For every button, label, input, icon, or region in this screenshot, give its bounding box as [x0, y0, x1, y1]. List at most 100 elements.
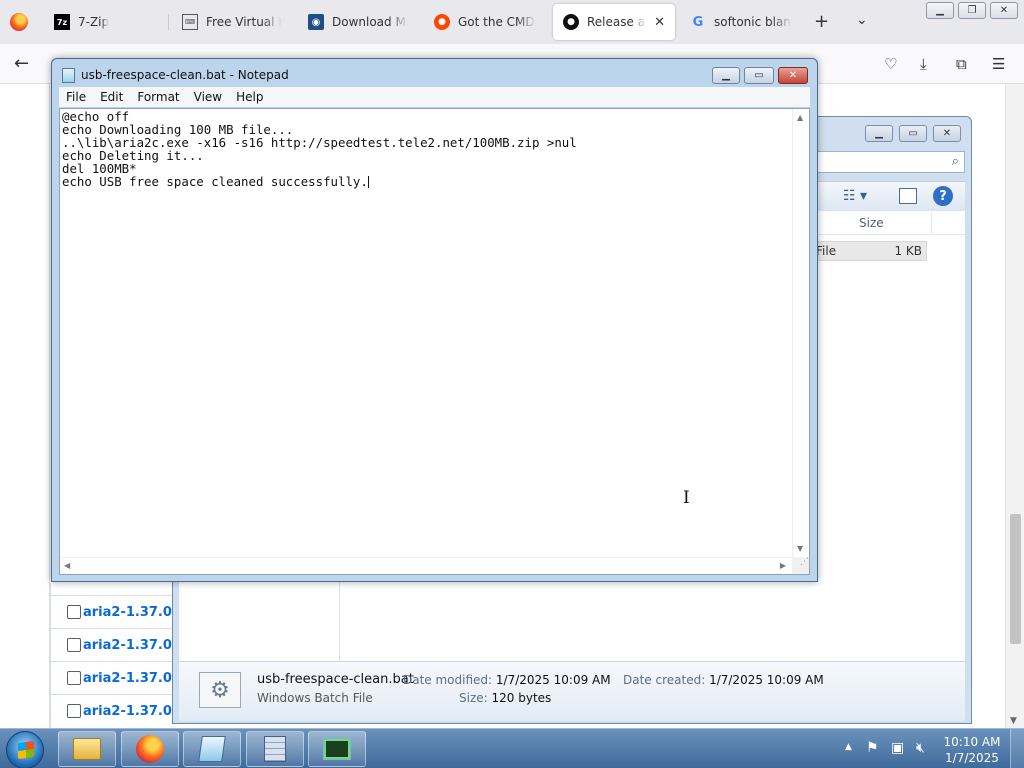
details-date-modified: Date modified: 1/7/2025 10:09 AM: [403, 673, 611, 687]
details-size: Size: 120 bytes: [459, 691, 552, 705]
tab-label: 7-Zip: [78, 15, 110, 29]
close-tab-icon[interactable]: ✕: [654, 15, 665, 30]
asset-row[interactable]: aria2-1.37.0-w: [51, 595, 189, 628]
text-line: echo USB free space cleaned successfully…: [62, 174, 368, 189]
help-icon[interactable]: ?: [933, 186, 953, 206]
tab-softonic[interactable]: G softonic blank p: [680, 4, 802, 40]
tab-release-aria2[interactable]: ● Release aria2 ✕: [553, 4, 675, 40]
start-button[interactable]: [6, 731, 44, 768]
asset-row[interactable]: aria2-1.37.0.ta: [51, 694, 192, 727]
tab-7zip[interactable]: 7z 7-Zip: [44, 4, 164, 40]
asset-row[interactable]: aria2-1.37.0-w: [51, 628, 189, 661]
system-clock[interactable]: 10:10 AM 1/7/2025: [940, 734, 1004, 766]
notepad-minimize-button[interactable]: ▁: [712, 67, 740, 84]
notepad-text-area[interactable]: @echo off echo Downloading 100 MB file...…: [59, 108, 810, 575]
browser-close-button[interactable]: ✕: [990, 2, 1018, 19]
asset-row[interactable]: aria2-1.37.0.ta: [51, 661, 192, 694]
change-view-icon[interactable]: ☷ ▾: [843, 188, 867, 204]
firefox-icon: [136, 735, 164, 763]
details-file-type: Windows Batch File: [257, 691, 373, 705]
menu-help[interactable]: Help: [229, 90, 270, 104]
details-file-name: usb-freespace-clean.bat: [257, 672, 414, 687]
clock-time: 10:10 AM: [943, 735, 1001, 749]
page-left-margin: [0, 84, 50, 728]
tab-separator: [168, 14, 169, 30]
page-scrollbar[interactable]: ▼: [1005, 84, 1024, 728]
taskbar: ▲ ⚑ ▣ 🔇︎ 10:10 AM 1/7/2025: [0, 728, 1024, 768]
calculator-icon: [264, 736, 286, 762]
notepad-maximize-button[interactable]: ▭: [744, 67, 774, 84]
explorer-search-input[interactable]: ⌕: [813, 151, 965, 173]
menu-view[interactable]: View: [187, 90, 229, 104]
horizontal-scrollbar[interactable]: ◀ ▶: [60, 557, 792, 574]
notepad-close-button[interactable]: ✕: [778, 67, 808, 84]
menu-file[interactable]: File: [59, 90, 93, 104]
command-prompt-icon: [323, 738, 351, 760]
tab-label: Release aria2: [587, 15, 646, 29]
pocket-icon[interactable]: ♡: [884, 55, 897, 73]
volume-muted-icon[interactable]: 🔇︎: [916, 740, 925, 756]
text-line: echo Deleting it...: [62, 148, 204, 163]
tab-label: softonic blank p: [714, 15, 792, 29]
taskbar-cmd-button[interactable]: [308, 731, 366, 767]
text-caret: [367, 176, 369, 188]
package-icon: [67, 605, 81, 619]
firefox-menu-icon[interactable]: [10, 13, 28, 31]
notepad-menu-bar: File Edit Format View Help: [59, 87, 810, 107]
resize-grip-icon[interactable]: ⋰: [792, 557, 809, 574]
windows-logo-icon: [18, 740, 34, 760]
package-icon: [67, 638, 81, 652]
package-icon: [67, 704, 81, 718]
explorer-minimize-button[interactable]: ▁: [865, 125, 893, 142]
list-all-tabs-icon[interactable]: ⌄: [856, 12, 868, 28]
column-divider[interactable]: [931, 213, 932, 233]
file-type: File: [816, 244, 837, 258]
downloads-icon[interactable]: ⤓: [920, 55, 927, 73]
scroll-down-arrow-icon[interactable]: ▼: [1010, 716, 1017, 726]
browser-minimize-button[interactable]: ▁: [926, 2, 954, 19]
action-center-flag-icon[interactable]: ⚑: [866, 740, 879, 756]
notepad-app-icon[interactable]: [62, 68, 75, 83]
explorer-details-pane: ⚙ usb-freespace-clean.bat Windows Batch …: [179, 661, 965, 721]
taskbar-firefox-button[interactable]: [121, 731, 179, 767]
menu-edit[interactable]: Edit: [93, 90, 130, 104]
7zip-icon: 7z: [54, 14, 70, 30]
tab-download-manager[interactable]: ◉ Download Man: [298, 4, 418, 40]
show-desktop-button[interactable]: [1010, 729, 1024, 768]
menu-format[interactable]: Format: [130, 90, 186, 104]
scroll-down-arrow-icon[interactable]: ▼: [797, 544, 803, 553]
back-arrow-icon[interactable]: ←: [14, 53, 29, 74]
page-scrollbar-thumb[interactable]: [1010, 514, 1021, 644]
tab-reddit[interactable]: ● Got the CMD co: [424, 4, 546, 40]
column-header-size[interactable]: Size: [859, 216, 884, 230]
details-date-created: Date created: 1/7/2025 10:09 AM: [623, 673, 824, 687]
taskbar-notepad-button[interactable]: [183, 731, 241, 767]
tab-label: Got the CMD co: [458, 15, 536, 29]
file-row[interactable]: File 1 KB: [809, 241, 927, 261]
browser-restore-button[interactable]: ❐: [958, 2, 986, 19]
taskbar-calculator-button[interactable]: [246, 731, 304, 767]
explorer-close-button[interactable]: ✕: [933, 125, 961, 142]
extensions-icon[interactable]: ⧉: [956, 55, 967, 73]
taskbar-explorer-button[interactable]: [58, 731, 116, 767]
scroll-right-arrow-icon[interactable]: ▶: [780, 561, 786, 570]
notepad-window: usb-freespace-clean.bat - Notepad ▁ ▭ ✕ …: [51, 58, 818, 582]
scroll-left-arrow-icon[interactable]: ◀: [64, 561, 70, 570]
notepad-title-bar[interactable]: usb-freespace-clean.bat - Notepad ▁ ▭ ✕: [52, 59, 817, 89]
folder-icon: [73, 738, 101, 760]
tab-virtual-keyboard[interactable]: ⌨ Free Virtual Key: [172, 4, 292, 40]
scroll-up-arrow-icon[interactable]: ▲: [797, 113, 803, 122]
hamburger-menu-icon[interactable]: ☰: [992, 55, 1005, 73]
text-line-last: echo USB free space cleaned successfully…: [62, 175, 577, 188]
vertical-scrollbar[interactable]: ▲ ▼: [792, 109, 809, 557]
tab-label: Download Man: [332, 15, 408, 29]
show-hidden-icons-icon[interactable]: ▲: [845, 742, 852, 752]
document-text: @echo off echo Downloading 100 MB file...…: [62, 110, 577, 188]
github-icon: ●: [563, 14, 579, 30]
new-tab-icon[interactable]: +: [814, 11, 829, 32]
batch-file-gear-icon: ⚙: [199, 672, 241, 708]
search-icon: ⌕: [951, 154, 959, 169]
network-icon[interactable]: ▣: [891, 740, 904, 756]
explorer-maximize-button[interactable]: ▭: [899, 125, 927, 142]
preview-pane-icon[interactable]: [899, 188, 917, 204]
